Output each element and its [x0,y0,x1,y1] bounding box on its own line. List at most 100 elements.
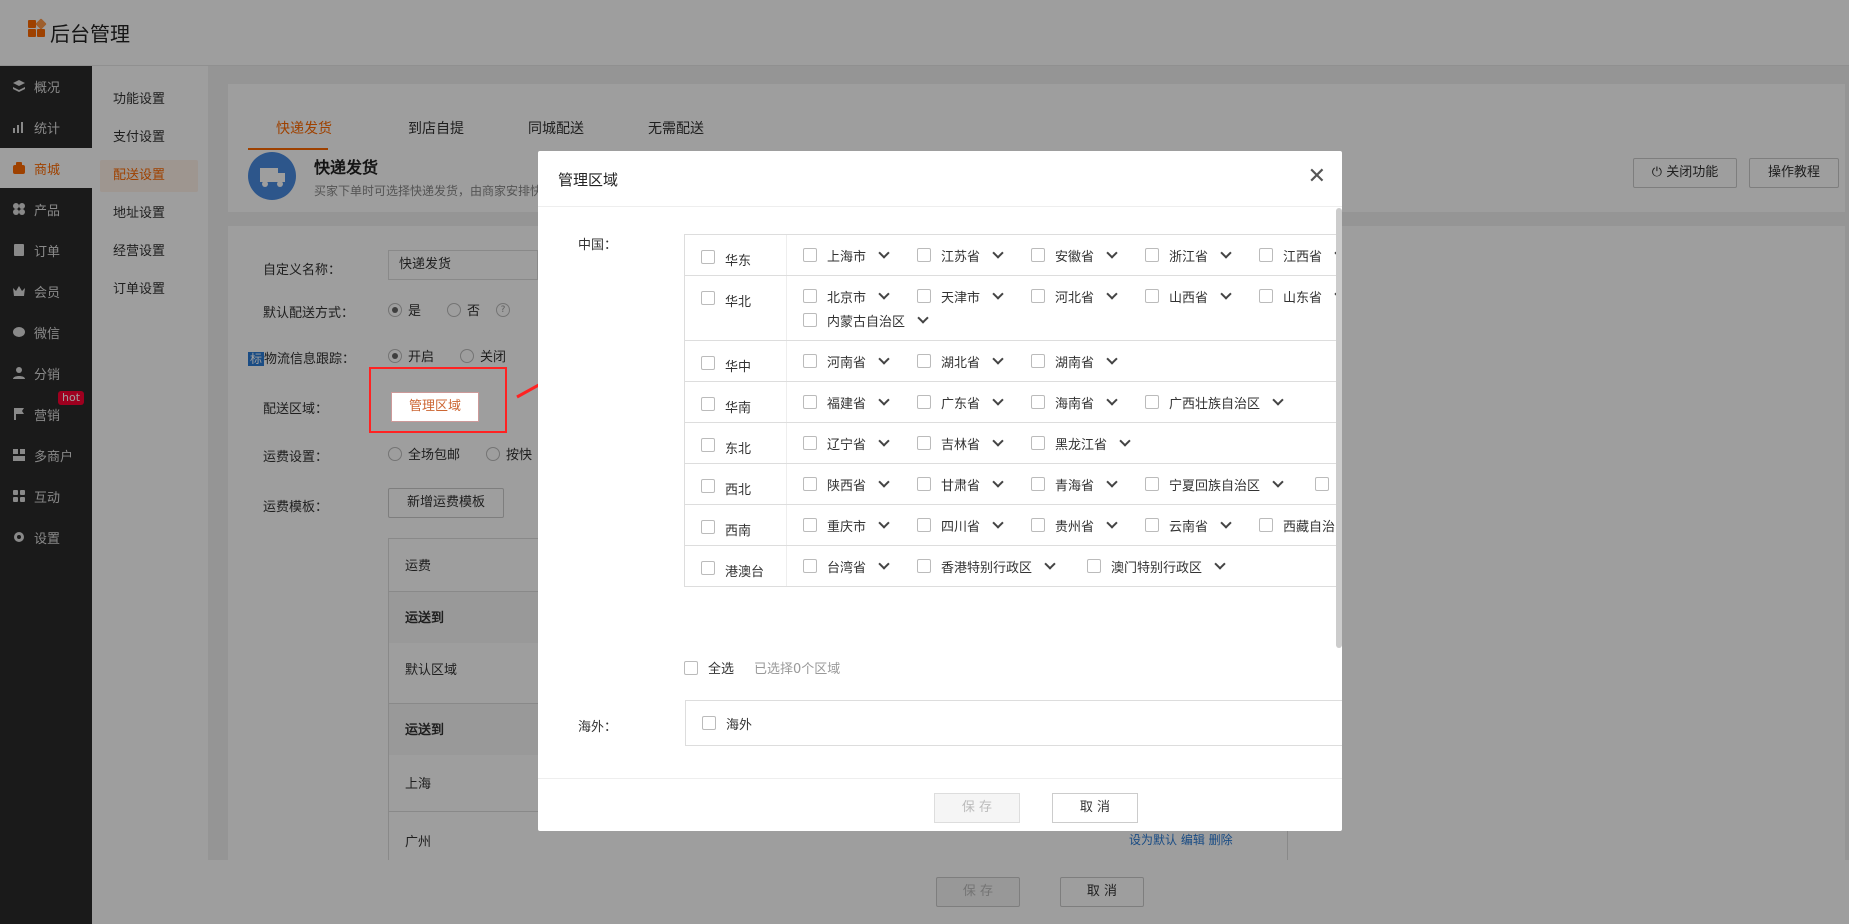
province-item[interactable]: 河南省 [803,349,917,373]
province-item[interactable]: 甘肃省 [917,472,1031,496]
chevron-down-icon[interactable] [992,435,1004,447]
province-item[interactable]: 上海市 [803,243,917,267]
province-checkbox[interactable] [803,436,817,450]
province-checkbox[interactable] [1259,248,1273,262]
region-checkbox[interactable] [701,438,715,452]
province-item[interactable]: 内蒙古自治区 [803,308,973,332]
province-checkbox[interactable] [1031,248,1045,262]
province-item[interactable]: 西藏自治区 [1259,513,1342,537]
chevron-down-icon[interactable] [992,517,1004,529]
chevron-down-icon[interactable] [878,288,890,300]
region-checkbox[interactable] [701,561,715,575]
province-checkbox[interactable] [1145,289,1159,303]
chevron-down-icon[interactable] [1106,353,1118,365]
province-checkbox[interactable] [1145,518,1159,532]
chevron-down-icon[interactable] [878,558,890,570]
chevron-down-icon[interactable] [1106,476,1118,488]
province-item[interactable]: 江西省 [1259,243,1342,267]
dialog-scrollbar[interactable] [1336,208,1342,648]
chevron-down-icon[interactable] [1106,394,1118,406]
province-checkbox[interactable] [917,436,931,450]
chevron-down-icon[interactable] [1220,517,1232,529]
province-checkbox[interactable] [917,518,931,532]
province-item[interactable]: 重庆市 [803,513,917,537]
province-item[interactable]: 湖北省 [917,349,1031,373]
province-item[interactable]: 福建省 [803,390,917,414]
chevron-down-icon[interactable] [1272,476,1284,488]
province-checkbox[interactable] [1259,518,1273,532]
province-checkbox[interactable] [917,354,931,368]
province-item[interactable]: 江苏省 [917,243,1031,267]
province-item[interactable]: 陕西省 [803,472,917,496]
province-checkbox[interactable] [1031,354,1045,368]
province-item[interactable]: 辽宁省 [803,431,917,455]
province-checkbox[interactable] [1031,477,1045,491]
chevron-down-icon[interactable] [878,353,890,365]
chevron-down-icon[interactable] [1220,247,1232,259]
chevron-down-icon[interactable] [878,517,890,529]
chevron-down-icon[interactable] [992,247,1004,259]
region-checkbox[interactable] [701,250,715,264]
province-checkbox[interactable] [917,248,931,262]
province-checkbox[interactable] [1259,289,1273,303]
chevron-down-icon[interactable] [1044,558,1056,570]
province-checkbox[interactable] [1031,518,1045,532]
chevron-down-icon[interactable] [917,312,929,324]
region-checkbox[interactable] [701,356,715,370]
province-checkbox[interactable] [917,395,931,409]
province-checkbox[interactable] [1087,559,1101,573]
province-checkbox[interactable] [803,395,817,409]
chevron-down-icon[interactable] [1220,288,1232,300]
province-checkbox[interactable] [803,559,817,573]
province-item[interactable]: 北京市 [803,284,917,308]
province-item[interactable]: 河北省 [1031,284,1145,308]
province-item[interactable]: 湖南省 [1031,349,1145,373]
province-item[interactable]: 黑龙江省 [1031,431,1145,455]
province-checkbox[interactable] [1031,395,1045,409]
province-item[interactable]: 天津市 [917,284,1031,308]
province-checkbox[interactable] [1031,289,1045,303]
chevron-down-icon[interactable] [1119,435,1131,447]
province-checkbox[interactable] [803,518,817,532]
province-checkbox[interactable] [917,477,931,491]
close-icon[interactable]: ✕ [1308,166,1326,188]
dialog-cancel-button[interactable]: 取 消 [1052,793,1138,823]
chevron-down-icon[interactable] [1106,288,1118,300]
chevron-down-icon[interactable] [1272,394,1284,406]
region-checkbox[interactable] [701,291,715,305]
chevron-down-icon[interactable] [992,288,1004,300]
province-checkbox[interactable] [803,248,817,262]
province-checkbox[interactable] [1145,395,1159,409]
chevron-down-icon[interactable] [1106,247,1118,259]
province-checkbox[interactable] [803,289,817,303]
overseas-checkbox[interactable] [702,716,716,730]
chevron-down-icon[interactable] [878,435,890,447]
chevron-down-icon[interactable] [878,394,890,406]
province-item[interactable]: 青海省 [1031,472,1145,496]
province-item[interactable]: 山东省 [1259,284,1342,308]
province-item[interactable]: 浙江省 [1145,243,1259,267]
province-item[interactable]: 吉林省 [917,431,1031,455]
province-checkbox[interactable] [917,289,931,303]
region-checkbox[interactable] [701,397,715,411]
province-item[interactable]: 四川省 [917,513,1031,537]
chevron-down-icon[interactable] [992,394,1004,406]
dialog-save-button[interactable]: 保 存 [934,793,1020,823]
chevron-down-icon[interactable] [992,353,1004,365]
province-item[interactable]: 山西省 [1145,284,1259,308]
chevron-down-icon[interactable] [1106,517,1118,529]
province-checkbox[interactable] [1145,248,1159,262]
manage-area-button[interactable]: 管理区域 [391,392,479,422]
province-item[interactable]: 台湾省 [803,554,917,578]
province-item[interactable]: 安徽省 [1031,243,1145,267]
province-item[interactable]: 澳门特别行政区 [1087,554,1257,578]
province-item[interactable]: 贵州省 [1031,513,1145,537]
province-item[interactable]: 云南省 [1145,513,1259,537]
region-checkbox[interactable] [701,479,715,493]
region-checkbox[interactable] [701,520,715,534]
province-checkbox[interactable] [803,354,817,368]
province-checkbox[interactable] [1031,436,1045,450]
chevron-down-icon[interactable] [878,247,890,259]
chevron-down-icon[interactable] [878,476,890,488]
select-all-checkbox[interactable] [684,660,698,675]
